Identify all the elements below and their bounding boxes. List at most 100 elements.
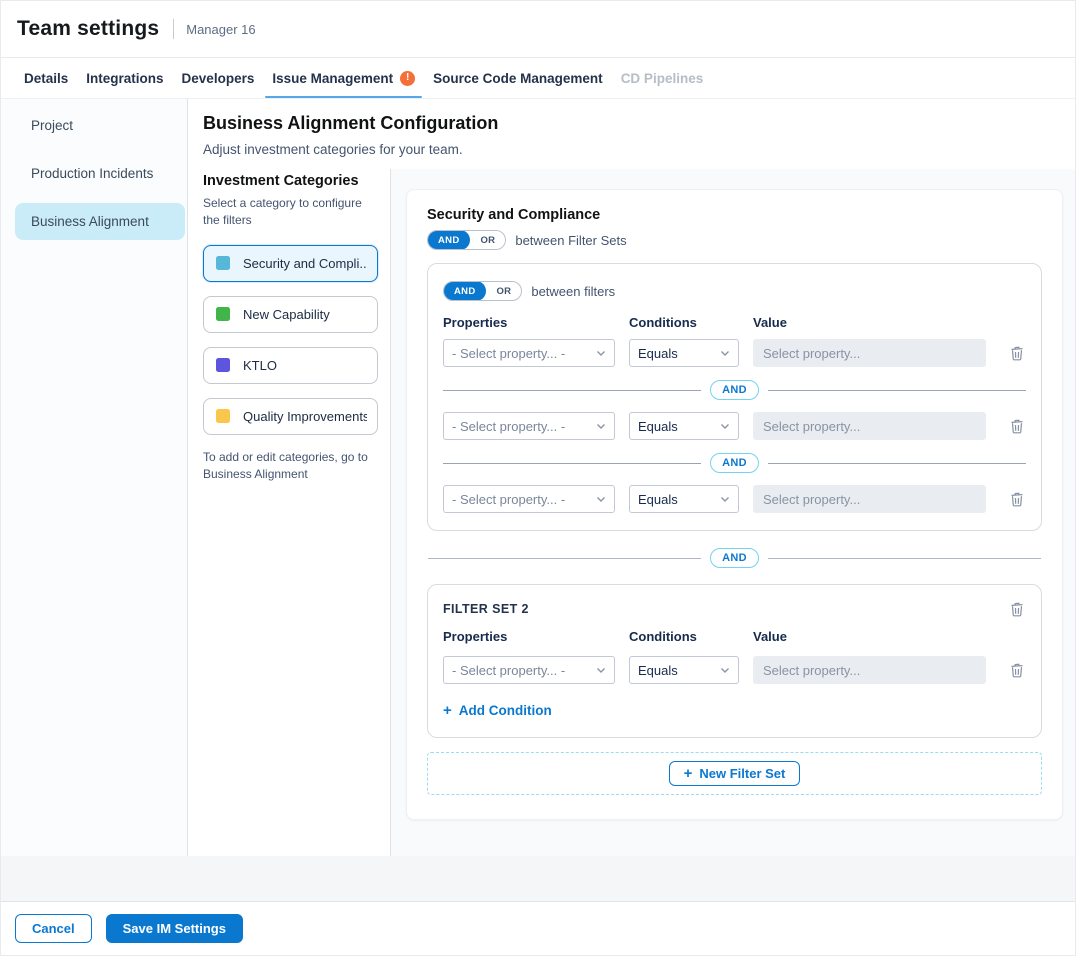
- conditions-column-header: Conditions: [629, 315, 739, 330]
- and-segment[interactable]: AND: [427, 230, 470, 250]
- sidebar-item-project-label: Project: [31, 118, 73, 133]
- filter-sets-connector: AND: [428, 548, 1041, 568]
- chevron-down-icon: [596, 350, 606, 357]
- tab-developers[interactable]: Developers: [173, 58, 264, 98]
- condition-select-value: Equals: [638, 492, 714, 507]
- chevron-down-icon: [720, 350, 730, 357]
- value-input[interactable]: [753, 656, 986, 684]
- category-label: KTLO: [243, 358, 277, 373]
- category-button-ktlo[interactable]: KTLO: [203, 347, 378, 384]
- property-select-value: - Select property... -: [452, 346, 590, 361]
- sidebar-item-production-incidents-label: Production Incidents: [31, 166, 153, 181]
- cancel-button[interactable]: Cancel: [15, 914, 92, 943]
- property-select-value: - Select property... -: [452, 492, 590, 507]
- filter-sets-operator-row: AND OR between Filter Sets: [427, 230, 1042, 250]
- save-im-settings-button[interactable]: Save IM Settings: [106, 914, 243, 943]
- tab-developers-label: Developers: [182, 71, 255, 86]
- add-condition-label: Add Condition: [459, 703, 552, 718]
- plus-icon: +: [443, 703, 452, 718]
- filter-row: - Select property... - Equals: [443, 339, 1026, 367]
- between-filters-label: between filters: [531, 284, 615, 299]
- tab-details[interactable]: Details: [15, 58, 77, 98]
- and-or-toggle-filter-sets[interactable]: AND OR: [427, 230, 506, 250]
- new-filter-set-label: New Filter Set: [699, 766, 785, 781]
- filter-connector: AND: [443, 380, 1026, 400]
- categories-title: Investment Categories: [203, 173, 378, 189]
- properties-column-header: Properties: [443, 629, 615, 644]
- and-connector-pill: AND: [710, 453, 759, 473]
- or-segment[interactable]: OR: [486, 286, 521, 297]
- and-segment[interactable]: AND: [443, 281, 486, 301]
- properties-column-header: Properties: [443, 315, 615, 330]
- category-color-swatch: [216, 307, 230, 321]
- title-divider: [173, 19, 174, 39]
- investment-categories-column: Investment Categories Select a category …: [188, 169, 391, 856]
- chevron-down-icon: [596, 423, 606, 430]
- categories-hint: Select a category to configure the filte…: [203, 195, 378, 230]
- condition-select[interactable]: Equals: [629, 656, 739, 684]
- new-filter-set-button[interactable]: + New Filter Set: [669, 761, 801, 786]
- category-button-new-capability[interactable]: New Capability: [203, 296, 378, 333]
- settings-tabbar: Details Integrations Developers Issue Ma…: [1, 58, 1075, 99]
- trash-icon: [1010, 419, 1024, 434]
- and-connector-pill: AND: [710, 380, 759, 400]
- section-header: Business Alignment Configuration Adjust …: [188, 99, 1075, 169]
- chevron-down-icon: [596, 496, 606, 503]
- or-segment[interactable]: OR: [470, 235, 505, 246]
- connector-line: [443, 463, 701, 464]
- config-columns: Investment Categories Select a category …: [188, 169, 1075, 856]
- condition-select[interactable]: Equals: [629, 485, 739, 513]
- value-column-header: Value: [753, 315, 986, 330]
- filter-set-2-title: FILTER SET 2: [443, 602, 529, 616]
- condition-select[interactable]: Equals: [629, 412, 739, 440]
- settings-sidebar: Project Production Incidents Business Al…: [1, 99, 188, 856]
- property-select[interactable]: - Select property... -: [443, 339, 615, 367]
- chevron-down-icon: [720, 496, 730, 503]
- chevron-down-icon: [596, 667, 606, 674]
- sidebar-item-project[interactable]: Project: [15, 107, 185, 144]
- panel-title: Security and Compliance: [427, 207, 1042, 223]
- and-or-toggle-filters[interactable]: AND OR: [443, 281, 522, 301]
- sidebar-item-business-alignment-label: Business Alignment: [31, 214, 149, 229]
- value-input[interactable]: [753, 485, 986, 513]
- filters-operator-row: AND OR between filters: [443, 281, 1026, 301]
- property-select-value: - Select property... -: [452, 419, 590, 434]
- sidebar-item-production-incidents[interactable]: Production Incidents: [15, 155, 185, 192]
- filter-connector: AND: [443, 453, 1026, 473]
- property-select[interactable]: - Select property... -: [443, 485, 615, 513]
- team-name-label: Manager 16: [186, 22, 255, 37]
- category-label: New Capability: [243, 307, 330, 322]
- condition-select[interactable]: Equals: [629, 339, 739, 367]
- tab-issue-management-label: Issue Management: [272, 71, 393, 86]
- page-title: Team settings: [17, 17, 159, 41]
- tab-source-code-management[interactable]: Source Code Management: [424, 58, 612, 98]
- condition-select-value: Equals: [638, 419, 714, 434]
- category-button-security-and-compliance[interactable]: Security and Compli...: [203, 245, 378, 282]
- plus-icon: +: [684, 766, 693, 781]
- category-button-quality-improvements[interactable]: Quality Improvements: [203, 398, 378, 435]
- property-select[interactable]: - Select property... -: [443, 412, 615, 440]
- filter-row: - Select property... - Equals: [443, 412, 1026, 440]
- connector-line: [768, 558, 1041, 559]
- value-input[interactable]: [753, 339, 986, 367]
- category-color-swatch: [216, 256, 230, 270]
- connector-line: [428, 558, 701, 559]
- delete-filter-button[interactable]: [1008, 490, 1026, 509]
- delete-filter-button[interactable]: [1008, 344, 1026, 363]
- new-filter-set-dropzone: + New Filter Set: [427, 752, 1042, 795]
- sidebar-item-business-alignment[interactable]: Business Alignment: [15, 203, 185, 240]
- category-color-swatch: [216, 358, 230, 372]
- tab-integrations[interactable]: Integrations: [77, 58, 172, 98]
- delete-filter-button[interactable]: [1008, 417, 1026, 436]
- delete-filter-button[interactable]: [1008, 661, 1026, 680]
- trash-icon: [1010, 346, 1024, 361]
- add-condition-button[interactable]: + Add Condition: [443, 703, 552, 718]
- tab-issue-management[interactable]: Issue Management !: [263, 58, 424, 98]
- team-settings-page: Team settings Manager 16 Details Integra…: [0, 0, 1076, 956]
- delete-filter-set-button[interactable]: [1008, 600, 1026, 619]
- tab-cd-pipelines-label: CD Pipelines: [621, 71, 704, 86]
- value-input[interactable]: [753, 412, 986, 440]
- property-select[interactable]: - Select property... -: [443, 656, 615, 684]
- settings-body: Project Production Incidents Business Al…: [1, 99, 1075, 856]
- category-color-swatch: [216, 409, 230, 423]
